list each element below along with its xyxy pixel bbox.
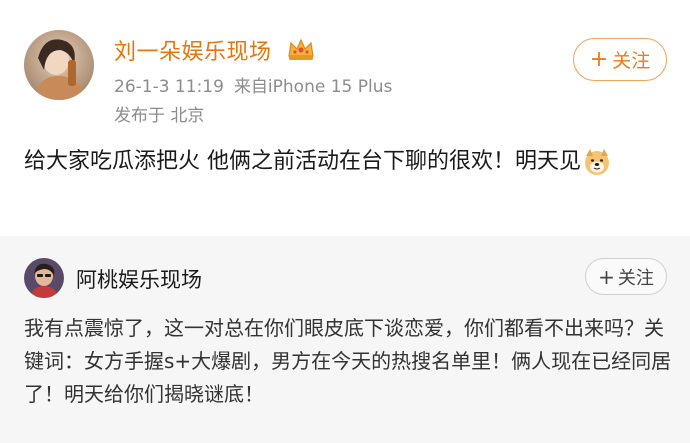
post-location: 发布于 北京 — [114, 106, 205, 126]
repost-author-name[interactable]: 阿桃娱乐现场 — [76, 264, 202, 294]
plus-icon: + — [598, 264, 615, 289]
author-avatar[interactable] — [24, 30, 94, 100]
follow-button[interactable]: + 关注 — [573, 38, 667, 81]
post-body: 给大家吃瓜添把火 他俩之前活动在台下聊的很欢！明天见 — [24, 144, 674, 179]
author-avatar-image — [24, 30, 94, 100]
repost-author-avatar[interactable] — [24, 258, 64, 298]
repost-follow-label: 关注 — [617, 267, 654, 289]
plus-icon: + — [589, 46, 609, 72]
follow-button-label: 关注 — [612, 50, 651, 72]
repost-body-text: 我有点震惊了，这一对总在你们眼皮底下谈恋爱，你们都看不出来吗？关键词：女方手握s… — [24, 316, 672, 406]
post-source: 来自iPhone 15 Plus — [233, 77, 393, 97]
author-name[interactable]: 刘一朵娱乐现场 — [114, 34, 272, 66]
weibo-post: 刘一朵娱乐现场 26-1-3 11:19 来自iPhone 15 Plus 发布于… — [0, 0, 690, 236]
post-meta: 26-1-3 11:19 来自iPhone 15 Plus — [114, 72, 402, 97]
post-time: 26-1-3 11:19 — [114, 77, 224, 97]
post-body-text: 给大家吃瓜添把火 他俩之前活动在台下聊的很欢！明天见 — [24, 149, 581, 174]
reposted-post[interactable]: 阿桃娱乐现场 + 关注 我有点震惊了，这一对总在你们眼皮底下谈恋爱，你们都看不出… — [0, 236, 690, 443]
repost-avatar-image — [24, 258, 64, 298]
repost-follow-button[interactable]: + 关注 — [585, 258, 667, 295]
doge-emoji-icon — [585, 149, 609, 175]
crown-icon — [288, 38, 314, 60]
